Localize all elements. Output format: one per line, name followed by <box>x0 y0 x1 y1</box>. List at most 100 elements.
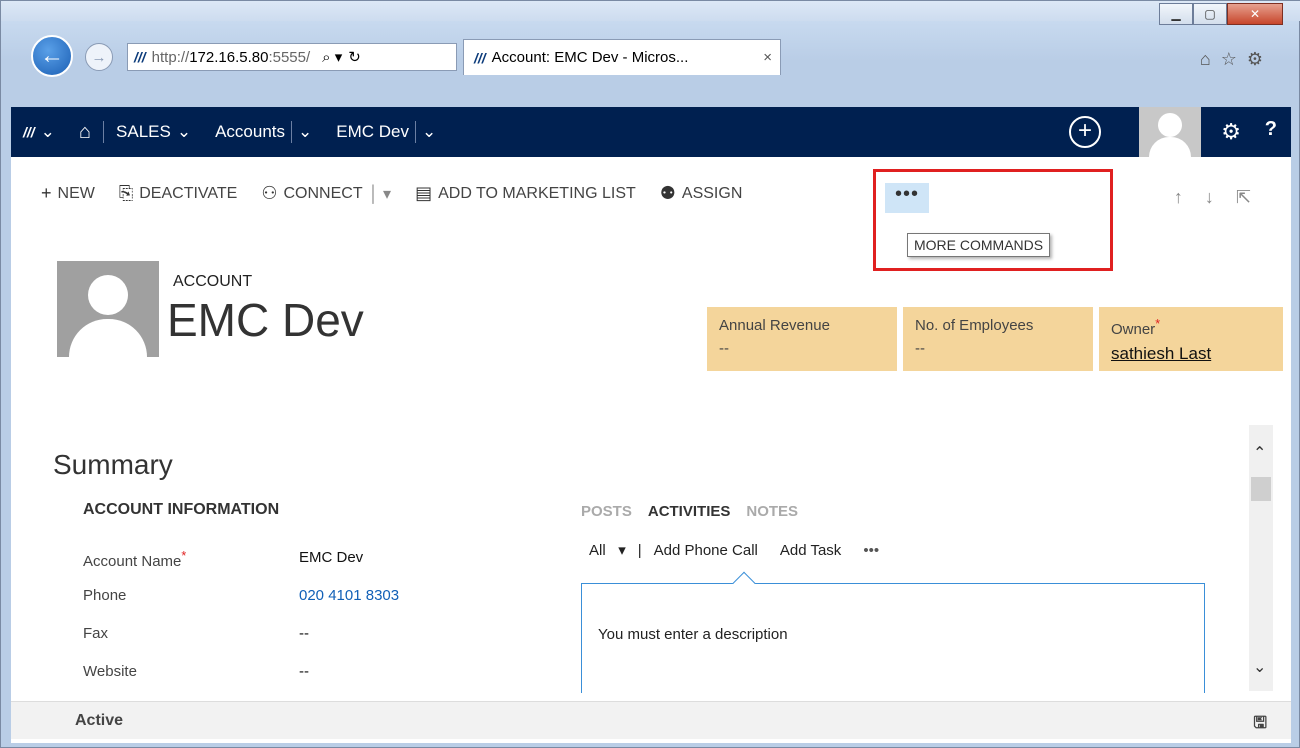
assign-label: ASSIGN <box>681 184 743 202</box>
toolbar-separator: | <box>637 541 642 559</box>
gear-icon[interactable]: ⚙ <box>1247 49 1263 70</box>
maximize-button[interactable]: ▢ <box>1193 3 1227 25</box>
field-phone: Phone 020 4101 8303 <box>83 587 483 604</box>
website-value[interactable]: -- <box>299 663 309 680</box>
home-button[interactable]: ⌂ <box>67 107 103 157</box>
status-bar: Active 🖫 <box>11 701 1291 739</box>
connect-icon: ⚇ <box>261 183 278 203</box>
dynamics-menu[interactable]: /// ⌄ <box>11 107 67 157</box>
field-account-name: Account Name* EMC Dev <box>83 549 483 570</box>
tab-notes[interactable]: NOTES <box>746 503 798 520</box>
deactivate-label: DEACTIVATE <box>139 184 238 202</box>
field-label: Fax <box>83 625 109 642</box>
nav-separator <box>415 121 416 143</box>
close-window-button[interactable]: ✕ <box>1227 3 1283 25</box>
fax-value[interactable]: -- <box>299 625 309 642</box>
header-tiles: Annual Revenue -- No. of Employees -- Ow… <box>707 307 1283 371</box>
filter-label: All <box>589 542 606 559</box>
tile-label: No. of Employees <box>915 317 1034 334</box>
new-label: NEW <box>57 184 95 202</box>
add-task-link[interactable]: Add Task <box>780 542 841 559</box>
expand-icon[interactable]: ⇱ <box>1236 187 1251 208</box>
add-to-marketing-list-label: ADD TO MARKETING LIST <box>438 184 636 202</box>
field-website: Website -- <box>83 663 483 680</box>
module-menu[interactable]: SALES ⌄ <box>104 107 203 157</box>
phone-value[interactable]: 020 4101 8303 <box>299 587 399 604</box>
new-button[interactable]: + NEW <box>41 183 95 204</box>
tab-close-icon[interactable]: × <box>763 49 772 66</box>
user-avatar[interactable] <box>1139 107 1201 157</box>
highlight-annotation <box>873 169 1113 271</box>
required-marker: * <box>181 549 187 563</box>
field-label: Phone <box>83 587 127 604</box>
employees-tile[interactable]: No. of Employees -- <box>903 307 1093 371</box>
address-port: :5555/ <box>268 48 311 66</box>
status-text: Active <box>75 711 124 729</box>
forward-arrow-icon[interactable]: → <box>85 43 113 71</box>
browser-tab[interactable]: /// Account: EMC Dev - Micros... × <box>463 39 781 75</box>
tile-value: -- <box>719 340 729 357</box>
entity-type-label: ACCOUNT <box>173 273 253 290</box>
assign-button[interactable]: ⚉ ASSIGN <box>660 183 743 204</box>
help-icon[interactable]: ? <box>1265 118 1277 141</box>
refresh-icon[interactable]: ↻ <box>348 48 361 66</box>
assign-icon: ⚉ <box>659 183 676 203</box>
more-activities-button[interactable]: ••• <box>863 542 879 559</box>
chevron-down-icon[interactable]: ⌄ <box>1253 657 1266 677</box>
activity-editor[interactable]: You must enter a description <box>581 571 1205 693</box>
arrow-down-icon[interactable]: ↓ <box>1205 187 1214 208</box>
summary-title: Summary <box>53 449 173 480</box>
annual-revenue-tile[interactable]: Annual Revenue -- <box>707 307 897 371</box>
scrollbar[interactable]: ⌃ ⌄ <box>1249 425 1273 691</box>
record-label: EMC Dev <box>336 122 409 141</box>
entity-menu[interactable]: Accounts ⌄ <box>203 107 324 157</box>
add-phone-call-link[interactable]: Add Phone Call <box>654 542 758 559</box>
required-marker: * <box>1155 317 1161 331</box>
star-icon[interactable]: ☆ <box>1221 49 1237 70</box>
module-label: SALES <box>116 122 171 141</box>
chevron-down-icon: ▾ <box>618 542 626 559</box>
home-icon: ⌂ <box>78 120 92 143</box>
entity-name: EMC Dev <box>167 294 364 346</box>
tile-label: Annual Revenue <box>719 317 830 334</box>
scrollbar-thumb[interactable] <box>1251 477 1271 501</box>
record-menu[interactable]: EMC Dev ⌄ <box>324 107 448 157</box>
plus-circle-icon[interactable]: + <box>1069 116 1101 148</box>
connect-button[interactable]: ⚇ CONNECT │ ▾ <box>261 183 391 204</box>
save-icon[interactable]: 🖫 <box>1253 712 1267 739</box>
entity-label: Accounts <box>215 122 286 141</box>
tab-posts[interactable]: POSTS <box>581 503 632 520</box>
owner-tile[interactable]: Owner* sathiesh Last <box>1099 307 1283 371</box>
home-icon[interactable]: ⌂ <box>1200 49 1211 70</box>
add-to-marketing-list-button[interactable]: ▤ ADD TO MARKETING LIST <box>415 183 636 204</box>
tile-value: -- <box>915 340 925 357</box>
marketing-list-icon: ▤ <box>415 183 433 203</box>
crm-nav-bar: /// ⌄ ⌂ SALES ⌄ Accounts ⌄ EMC Dev ⌄ + ⚙ ? <box>11 107 1291 157</box>
title-bar <box>1 1 1300 21</box>
section-title: ACCOUNT INFORMATION <box>83 501 280 518</box>
entity-image[interactable] <box>57 261 159 357</box>
account-name-value[interactable]: EMC Dev <box>299 549 363 570</box>
field-label: Website <box>83 663 137 680</box>
owner-link[interactable]: sathiesh Last <box>1111 344 1211 363</box>
address-bar[interactable]: /// http://172.16.5.80:5555/ ⌕ ▾ ↻ <box>127 43 457 71</box>
address-scheme: http:// <box>151 48 190 66</box>
activity-filter[interactable]: All ▾ <box>589 541 626 559</box>
field-fax: Fax -- <box>83 625 483 642</box>
search-icon[interactable]: ⌕ ▾ <box>322 48 342 66</box>
description-prompt: You must enter a description <box>598 626 788 643</box>
back-arrow-icon[interactable]: ← <box>31 35 73 77</box>
chevron-up-icon[interactable]: ⌃ <box>1253 443 1266 463</box>
record-navigation: ↑ ↓ ⇱ <box>1174 187 1251 208</box>
deactivate-button[interactable]: ⎘ DEACTIVATE <box>119 183 238 204</box>
tab-activities[interactable]: ACTIVITIES <box>648 503 731 520</box>
gear-icon[interactable]: ⚙ <box>1221 119 1241 145</box>
dynamics-logo-icon: /// <box>474 49 486 66</box>
chevron-down-icon: ⌄ <box>176 122 192 141</box>
arrow-up-icon[interactable]: ↑ <box>1174 187 1183 208</box>
nav-separator <box>291 121 293 143</box>
connect-label: CONNECT <box>283 184 363 202</box>
chevron-down-icon[interactable]: │ ▾ <box>369 184 391 204</box>
minimize-button[interactable]: ▁ <box>1159 3 1193 25</box>
activity-toolbar: All ▾ | Add Phone Call Add Task ••• <box>589 541 879 560</box>
